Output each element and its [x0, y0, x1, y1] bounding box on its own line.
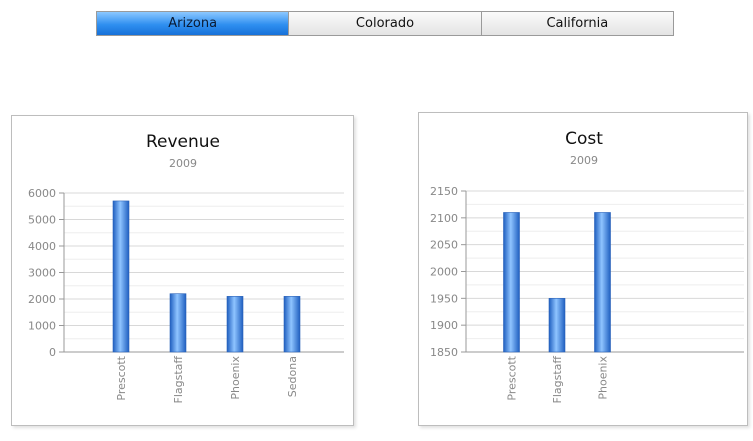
- x-category-label: Phoenix: [229, 356, 242, 400]
- chart-subtitle: 2009: [169, 157, 197, 170]
- y-tick-label: 2100: [430, 212, 458, 225]
- bar-prescott: [112, 200, 130, 353]
- y-tick-label: 5000: [28, 214, 56, 227]
- bar-flagstaff: [548, 298, 566, 353]
- y-tick-label: 1900: [430, 319, 458, 332]
- state-tab-bar: Arizona Colorado California: [96, 11, 674, 36]
- x-category-label: Prescott: [115, 355, 128, 400]
- y-tick-label: 1850: [430, 346, 458, 359]
- x-category-label: Flagstaff: [551, 356, 564, 404]
- x-category-label: Phoenix: [597, 356, 610, 400]
- y-tick-label: 6000: [28, 187, 56, 200]
- bar-sedona: [283, 296, 301, 353]
- tab-arizona[interactable]: Arizona: [97, 12, 290, 35]
- y-tick-label: 2000: [430, 266, 458, 279]
- cost-chart: Cost 2009 1850 1900 1950 2000 2050 2100 2150 Pr…: [430, 129, 744, 404]
- y-tick-label: 2000: [28, 293, 56, 306]
- tab-california[interactable]: California: [481, 12, 673, 35]
- revenue-chart: Revenue 2009 0 1000 2000 3000 4000 5000 6000 Pr…: [28, 132, 344, 404]
- x-category-label: Flagstaff: [172, 356, 185, 404]
- bar-flagstaff: [169, 293, 187, 353]
- revenue-chart-panel: Revenue 2009 0 1000 2000 3000 4000 5000 6000 Pr…: [11, 115, 354, 426]
- chart-subtitle: 2009: [570, 154, 598, 167]
- y-tick-label: 1950: [430, 292, 458, 305]
- x-category-label: Prescott: [506, 355, 519, 400]
- y-tick-label: 3000: [28, 267, 56, 280]
- bar-prescott: [503, 212, 520, 353]
- cost-chart-panel: Cost 2009 1850 1900 1950 2000 2050 2100 2150 Pr…: [418, 112, 748, 426]
- y-tick-label: 1000: [28, 320, 56, 333]
- tab-colorado[interactable]: Colorado: [289, 12, 482, 35]
- bar-phoenix: [594, 212, 611, 353]
- y-tick-label: 2050: [430, 239, 458, 252]
- y-tick-label: 2150: [430, 185, 458, 198]
- y-tick-label: 0: [49, 346, 56, 359]
- y-tick-label: 4000: [28, 240, 56, 253]
- chart-title: Revenue: [146, 132, 220, 152]
- bar-phoenix: [226, 296, 244, 353]
- chart-title: Cost: [565, 129, 603, 149]
- x-category-label: Sedona: [286, 356, 299, 397]
